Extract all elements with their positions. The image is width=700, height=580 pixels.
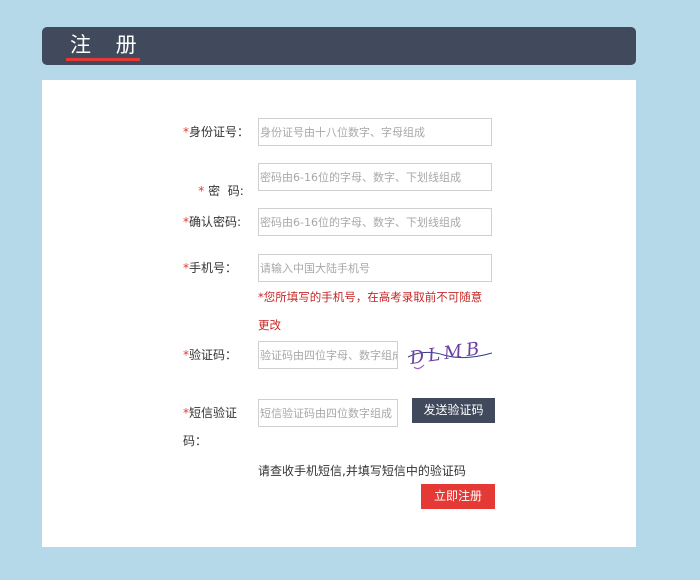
submit-register-button[interactable]: 立即注册 bbox=[421, 484, 495, 509]
sms-code-label-line2: 码： bbox=[183, 434, 208, 448]
confirm-password-label: *确认密码: bbox=[183, 215, 242, 229]
sms-hint-text: 请查收手机短信,并填写短信中的验证码 bbox=[258, 464, 466, 478]
id-card-label: *身份证号： bbox=[183, 125, 250, 139]
page-header: 注 册 bbox=[42, 27, 636, 65]
confirm-password-input[interactable] bbox=[258, 208, 492, 236]
password-label: * 密 码: bbox=[198, 184, 244, 198]
captcha-label: *验证码： bbox=[183, 348, 238, 362]
sms-code-label: *短信验证 bbox=[183, 406, 238, 420]
phone-warning-line2: 更改 bbox=[258, 318, 281, 332]
page-title: 注 册 bbox=[70, 33, 146, 57]
captcha-char-1: DLMB bbox=[407, 341, 484, 369]
captcha-input[interactable] bbox=[258, 341, 398, 369]
title-underline bbox=[66, 58, 140, 61]
send-code-button[interactable]: 发送验证码 bbox=[412, 398, 495, 423]
phone-label: *手机号： bbox=[183, 261, 238, 275]
phone-input[interactable] bbox=[258, 254, 492, 282]
password-input[interactable] bbox=[258, 163, 492, 191]
id-card-input[interactable] bbox=[258, 118, 492, 146]
phone-warning-line1: *您所填写的手机号，在高考录取前不可随意 bbox=[258, 290, 483, 304]
sms-code-input[interactable] bbox=[258, 399, 398, 427]
captcha-image[interactable]: DLMB bbox=[404, 341, 496, 373]
